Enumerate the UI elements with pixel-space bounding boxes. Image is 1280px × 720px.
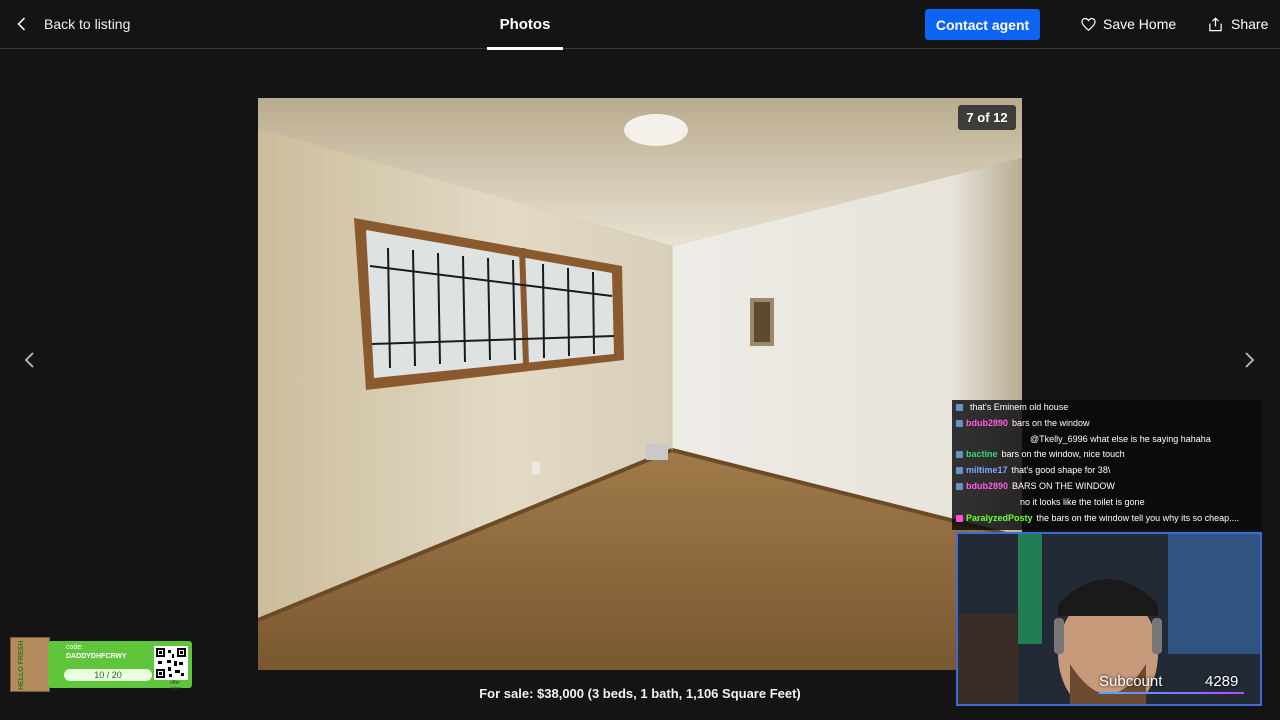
chat-badge-icon xyxy=(956,451,963,459)
chevron-left-icon xyxy=(17,17,26,31)
save-home-label: Save Home xyxy=(1103,16,1177,32)
chat-badge-icon xyxy=(956,482,963,490)
chevron-right-icon xyxy=(1245,352,1255,368)
chat-text: bars on the window xyxy=(1012,417,1090,428)
sub-count-value: 4289 xyxy=(1205,673,1239,690)
next-photo-button[interactable] xyxy=(1235,346,1263,374)
chat-text: bars on the window, nice touch xyxy=(1001,449,1125,460)
chat-badge-icon xyxy=(956,419,963,427)
qr-code-icon xyxy=(154,646,188,680)
chat-message: @Tkelly_6996 what else is he saying haha… xyxy=(956,432,1258,448)
chat-username: ParalyzedPosty xyxy=(966,512,1033,523)
chat-username: bdub2890 xyxy=(966,480,1009,491)
offer-rules-text: offer rules xyxy=(170,680,181,692)
back-to-listing-link[interactable]: Back to listing xyxy=(14,0,130,48)
page-title: Photos xyxy=(499,16,551,33)
chat-username: bactine xyxy=(966,449,998,460)
sponsor-card: code: DADDYDHFCRWY 10 / 20 offer rules xyxy=(48,641,192,692)
tab-photos[interactable]: Photos xyxy=(487,0,563,50)
heart-icon xyxy=(1081,17,1096,31)
sponsor-progress: 10 / 20 xyxy=(64,669,152,681)
chat-text: BARS ON THE WINDOW xyxy=(1012,480,1115,491)
chat-text: no it looks like the toilet is gone xyxy=(1020,496,1145,507)
chat-badge-icon xyxy=(956,467,963,475)
top-bar: Back to listing Photos Contact agent Sav… xyxy=(0,0,1280,50)
previous-photo-button[interactable] xyxy=(16,346,44,374)
chat-badge-icon xyxy=(956,514,963,522)
chat-message: no it looks like the toilet is gone xyxy=(956,495,1258,511)
share-icon xyxy=(1209,16,1222,31)
chat-message: bdub2890 BARS ON THE WINDOW xyxy=(956,479,1258,495)
sponsor-brand: HELLO FRESH xyxy=(18,640,25,690)
contact-agent-button[interactable]: Contact agent xyxy=(925,9,1040,40)
chat-message: miltime17 that's good shape for 38\ xyxy=(956,463,1258,479)
chat-username: bdub2890 xyxy=(966,417,1009,428)
chat-badge-icon xyxy=(956,404,963,411)
sponsor-widget: HELLO FRESH code: DADDYDHFCRWY 10 / 20 o… xyxy=(4,602,194,718)
share-button[interactable]: Share xyxy=(1208,0,1268,48)
chat-message: ParalyzedPosty the bars on the window tel… xyxy=(956,513,1258,524)
sub-count-label: Subcount xyxy=(1099,673,1163,690)
sub-count-bar xyxy=(1099,692,1244,694)
chat-message: bdub2890 bars on the window xyxy=(956,416,1258,432)
back-label: Back to listing xyxy=(44,16,131,32)
chat-text: @Tkelly_6996 what else is he saying haha… xyxy=(1030,433,1211,444)
save-home-button[interactable]: Save Home xyxy=(1081,0,1176,48)
room-photo-image xyxy=(258,98,1022,670)
promo-code: DADDYDHFCRWY xyxy=(66,653,127,660)
chat-text: that's Eminem old house xyxy=(970,402,1069,412)
chat-message: bactine bars on the window, nice touch xyxy=(956,447,1258,463)
sponsor-box-image xyxy=(10,637,50,692)
photo-counter: 7 of 12 xyxy=(958,105,1016,130)
chat-text: that's good shape for 38\ xyxy=(1011,465,1111,476)
chat-text: the bars on the window tell you why its … xyxy=(1036,512,1240,523)
chat-username: miltime17 xyxy=(966,465,1008,476)
promo-code-label: code: xyxy=(66,644,84,651)
chevron-left-icon xyxy=(24,352,34,368)
share-label: Share xyxy=(1231,16,1269,32)
chat-message: that's Eminem old house xyxy=(956,400,1258,416)
stream-chat-overlay: that's Eminem old house bdub2890 bars on … xyxy=(952,400,1262,530)
listing-photo[interactable] xyxy=(258,98,1022,670)
